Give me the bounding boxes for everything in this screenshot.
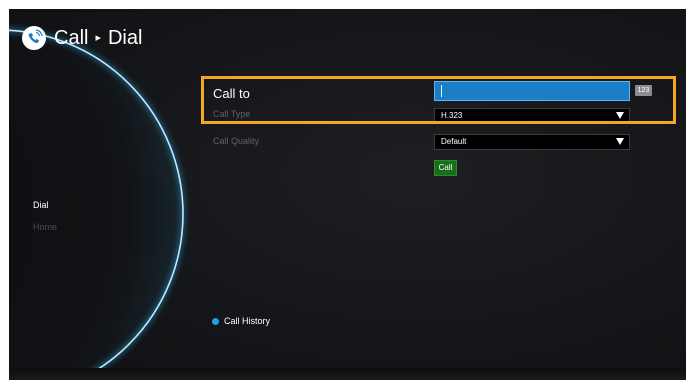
nav-item-home[interactable]: Home (33, 221, 57, 233)
call-to-label: Call to (213, 86, 250, 101)
dropdown-arrow-icon (616, 112, 624, 119)
call-history-link[interactable]: Call History (212, 316, 270, 326)
call-quality-select[interactable]: Default (434, 134, 630, 150)
call-quality-label: Call Quality (213, 136, 260, 146)
call-type-value: H.323 (441, 111, 463, 120)
call-to-input[interactable] (434, 81, 630, 101)
blue-dot-icon (212, 317, 219, 325)
dropdown-arrow-icon (616, 138, 624, 145)
nav-item-dial[interactable]: Dial (33, 199, 57, 211)
call-quality-value: Default (441, 137, 467, 146)
dial-screen: Call ▸ Dial Dial Home Call to 123 Call T… (9, 9, 686, 380)
keyboard-mode-badge[interactable]: 123 (635, 85, 652, 96)
phone-call-icon (22, 26, 46, 50)
breadcrumb: Call ▸ Dial (21, 23, 142, 53)
text-caret (441, 85, 442, 97)
decorative-arc (9, 27, 186, 380)
page-title: Call (54, 27, 89, 49)
call-history-label: Call History (224, 316, 271, 326)
page-subtitle: Dial (107, 27, 143, 49)
breadcrumb-separator-icon: ▸ (95, 32, 101, 44)
call-type-select[interactable]: H.323 (434, 108, 630, 124)
call-type-label: Call Type (213, 109, 251, 119)
side-nav: Dial Home (33, 199, 57, 243)
call-button[interactable]: Call (434, 160, 457, 176)
